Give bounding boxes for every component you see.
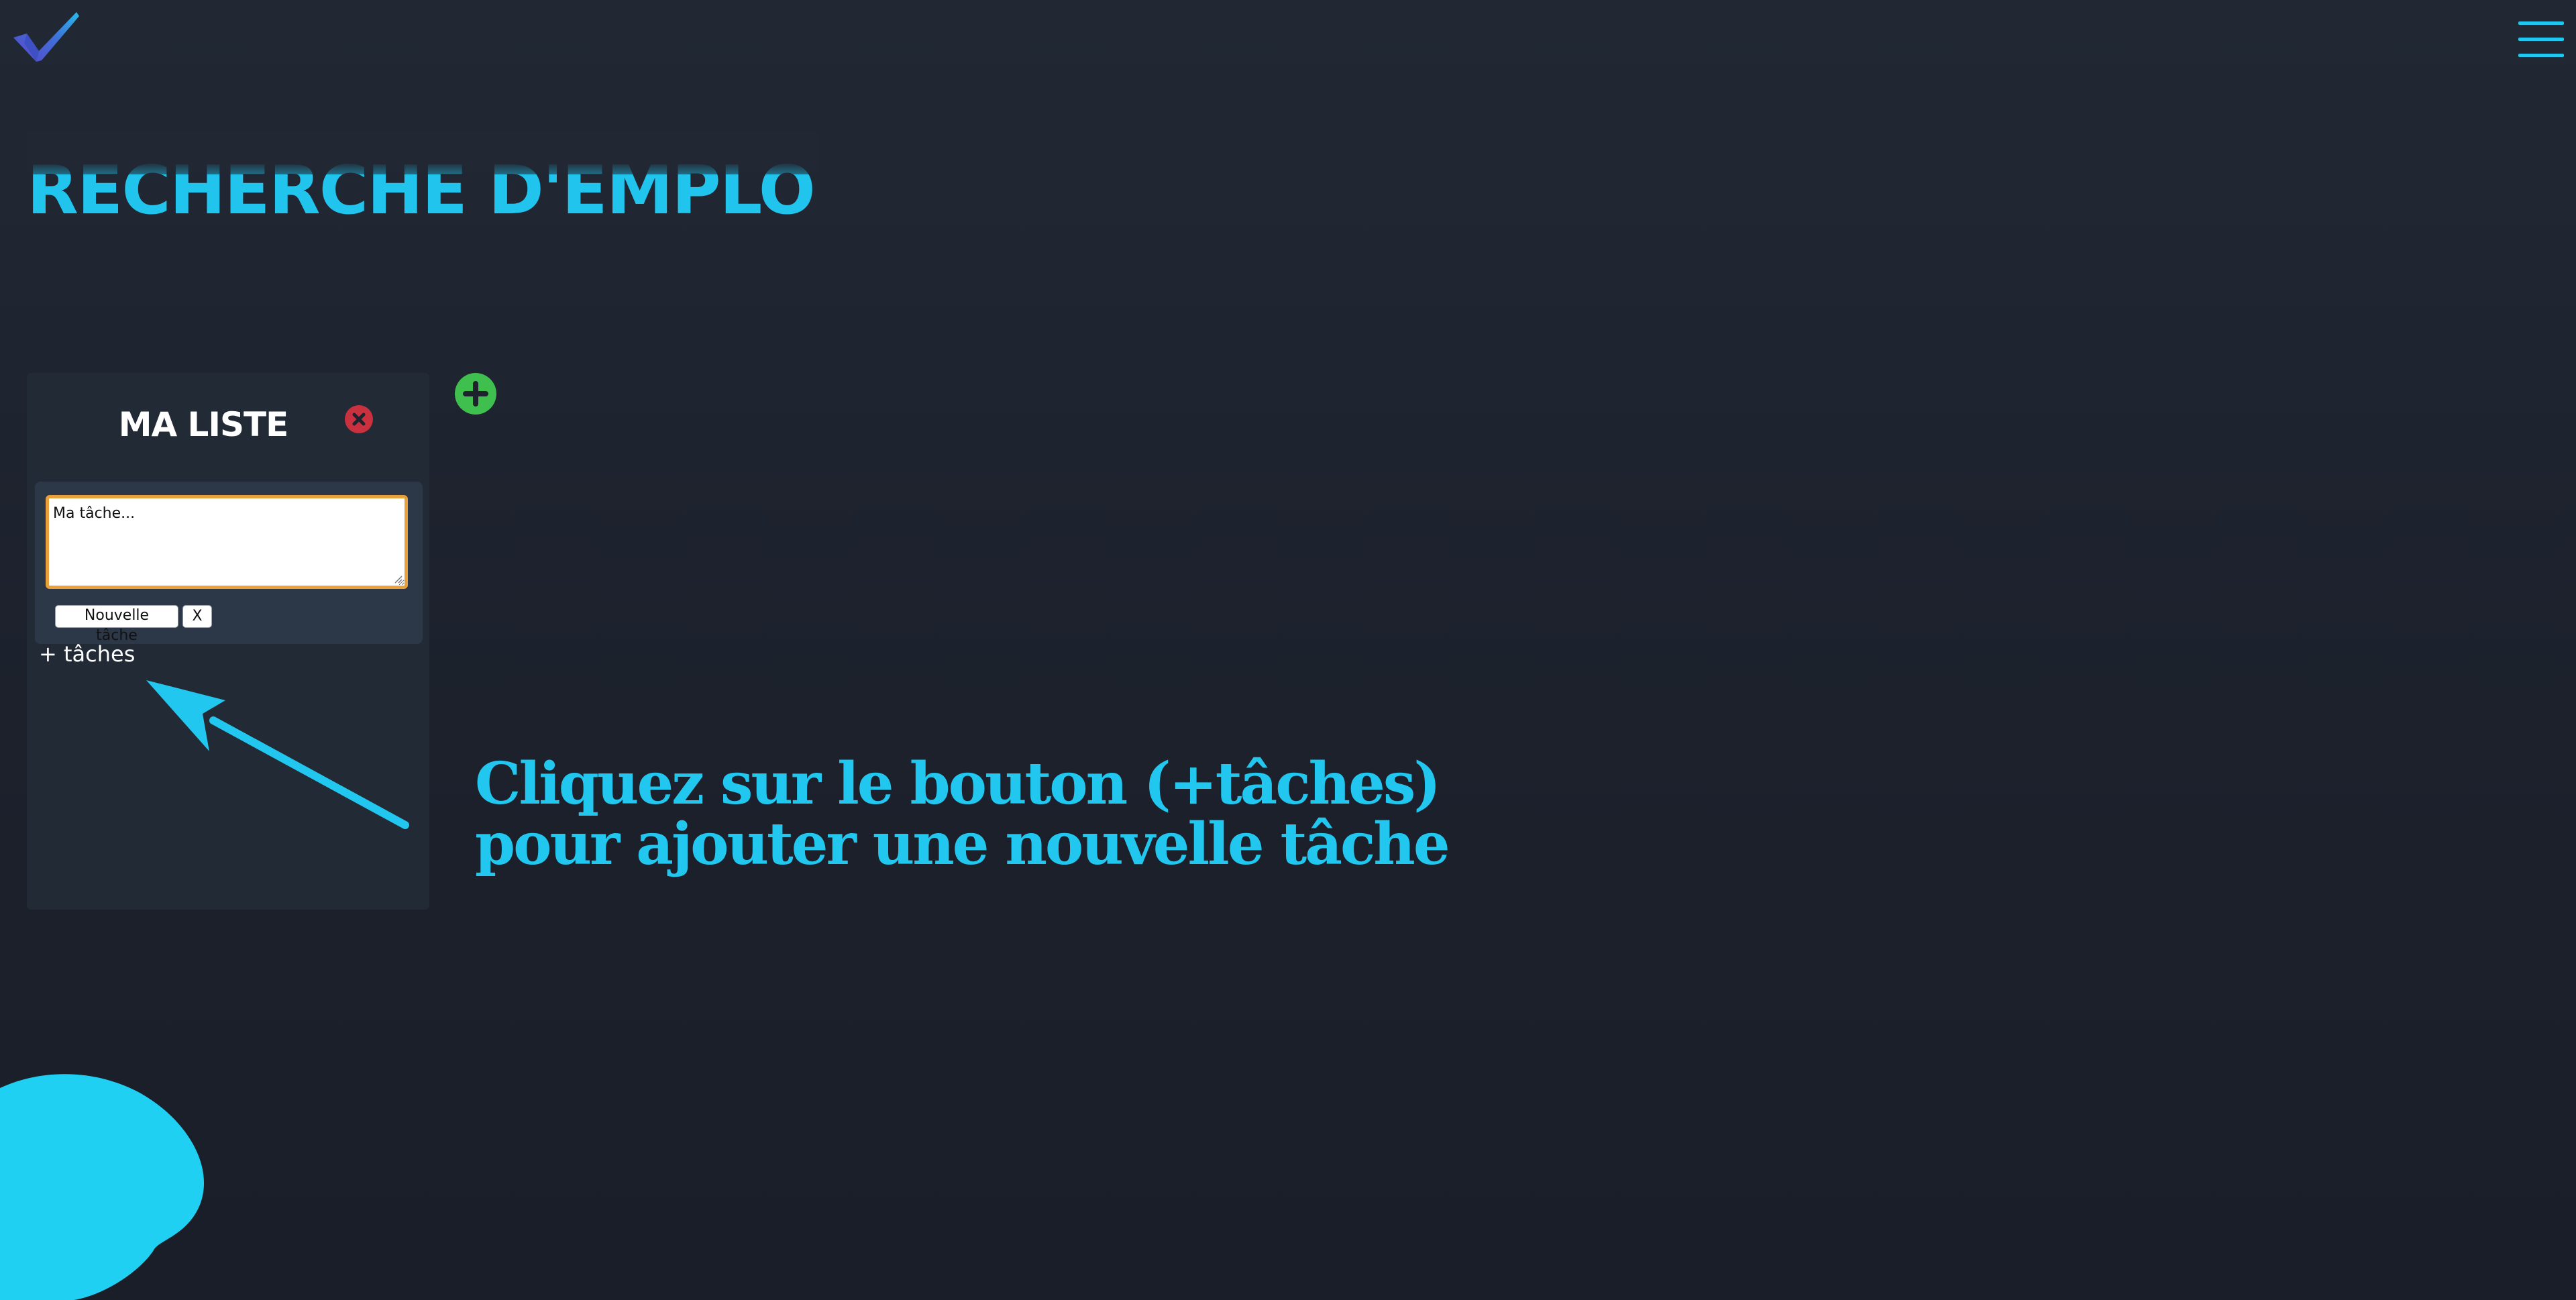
- close-circle-icon[interactable]: [345, 405, 373, 433]
- hint-line-2: pour ajouter une nouvelle tâche: [475, 810, 1450, 878]
- hint-line-1: Cliquez sur le bouton (+tâches): [475, 750, 1441, 818]
- add-tasks-button[interactable]: + tâches: [39, 641, 135, 667]
- cancel-task-button[interactable]: X: [182, 605, 212, 628]
- checkmark-logo-icon[interactable]: [12, 9, 82, 63]
- new-task-form: Ma tâche... Nouvelle tâche X: [35, 482, 423, 644]
- hint-text: Cliquez sur le bouton (+tâches) pour ajo…: [475, 754, 1548, 875]
- arrow-icon: [146, 680, 409, 829]
- page-title: RECHERCHE D'EMPLOI: [27, 131, 818, 217]
- menu-line: [2518, 54, 2564, 57]
- title-overlap-shade: [27, 131, 818, 174]
- list-title: MA LISTE: [118, 405, 289, 444]
- new-task-button[interactable]: Nouvelle tâche: [55, 605, 178, 644]
- menu-line: [2518, 21, 2564, 25]
- plus-circle-icon[interactable]: [455, 373, 496, 415]
- resize-grip-icon[interactable]: [392, 573, 402, 584]
- hamburger-menu-icon[interactable]: [2516, 19, 2567, 60]
- menu-line: [2518, 38, 2564, 41]
- decorative-blob: [0, 1074, 205, 1300]
- task-input[interactable]: Ma tâche...: [46, 495, 408, 589]
